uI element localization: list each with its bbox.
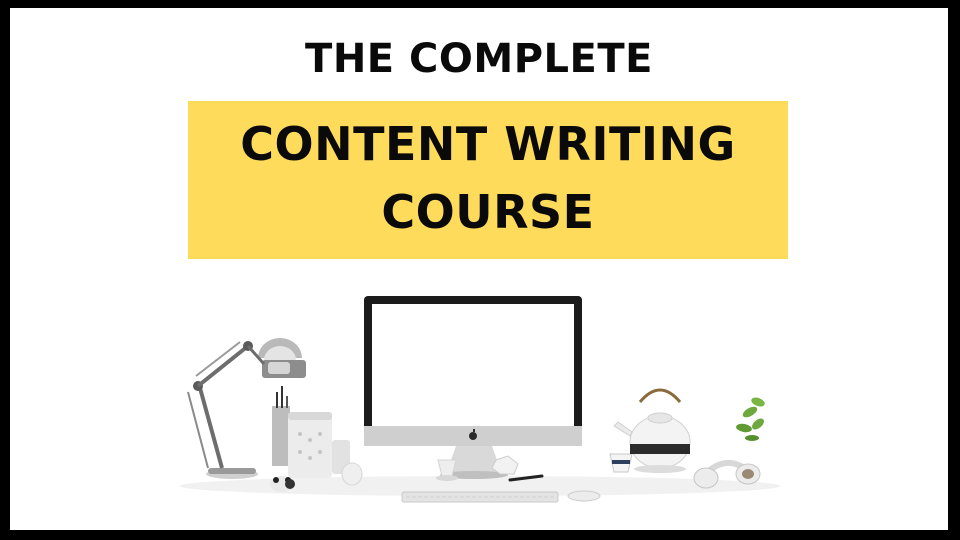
thumbnail-frame: THE COMPLETE CONTENT WRITING COURSE	[0, 0, 960, 540]
pencil-cup-icon	[272, 386, 290, 466]
imac-monitor-icon	[364, 296, 582, 479]
mouse-icon	[567, 490, 601, 502]
desk-illustration	[180, 296, 780, 503]
teacup-icon	[609, 453, 633, 473]
candle-holder-icon	[288, 412, 350, 478]
plant-icon	[736, 397, 765, 441]
keyboard-icon	[401, 491, 559, 503]
ornament-icon	[341, 462, 363, 486]
thumbnail-canvas: THE COMPLETE CONTENT WRITING COURSE	[10, 8, 948, 530]
